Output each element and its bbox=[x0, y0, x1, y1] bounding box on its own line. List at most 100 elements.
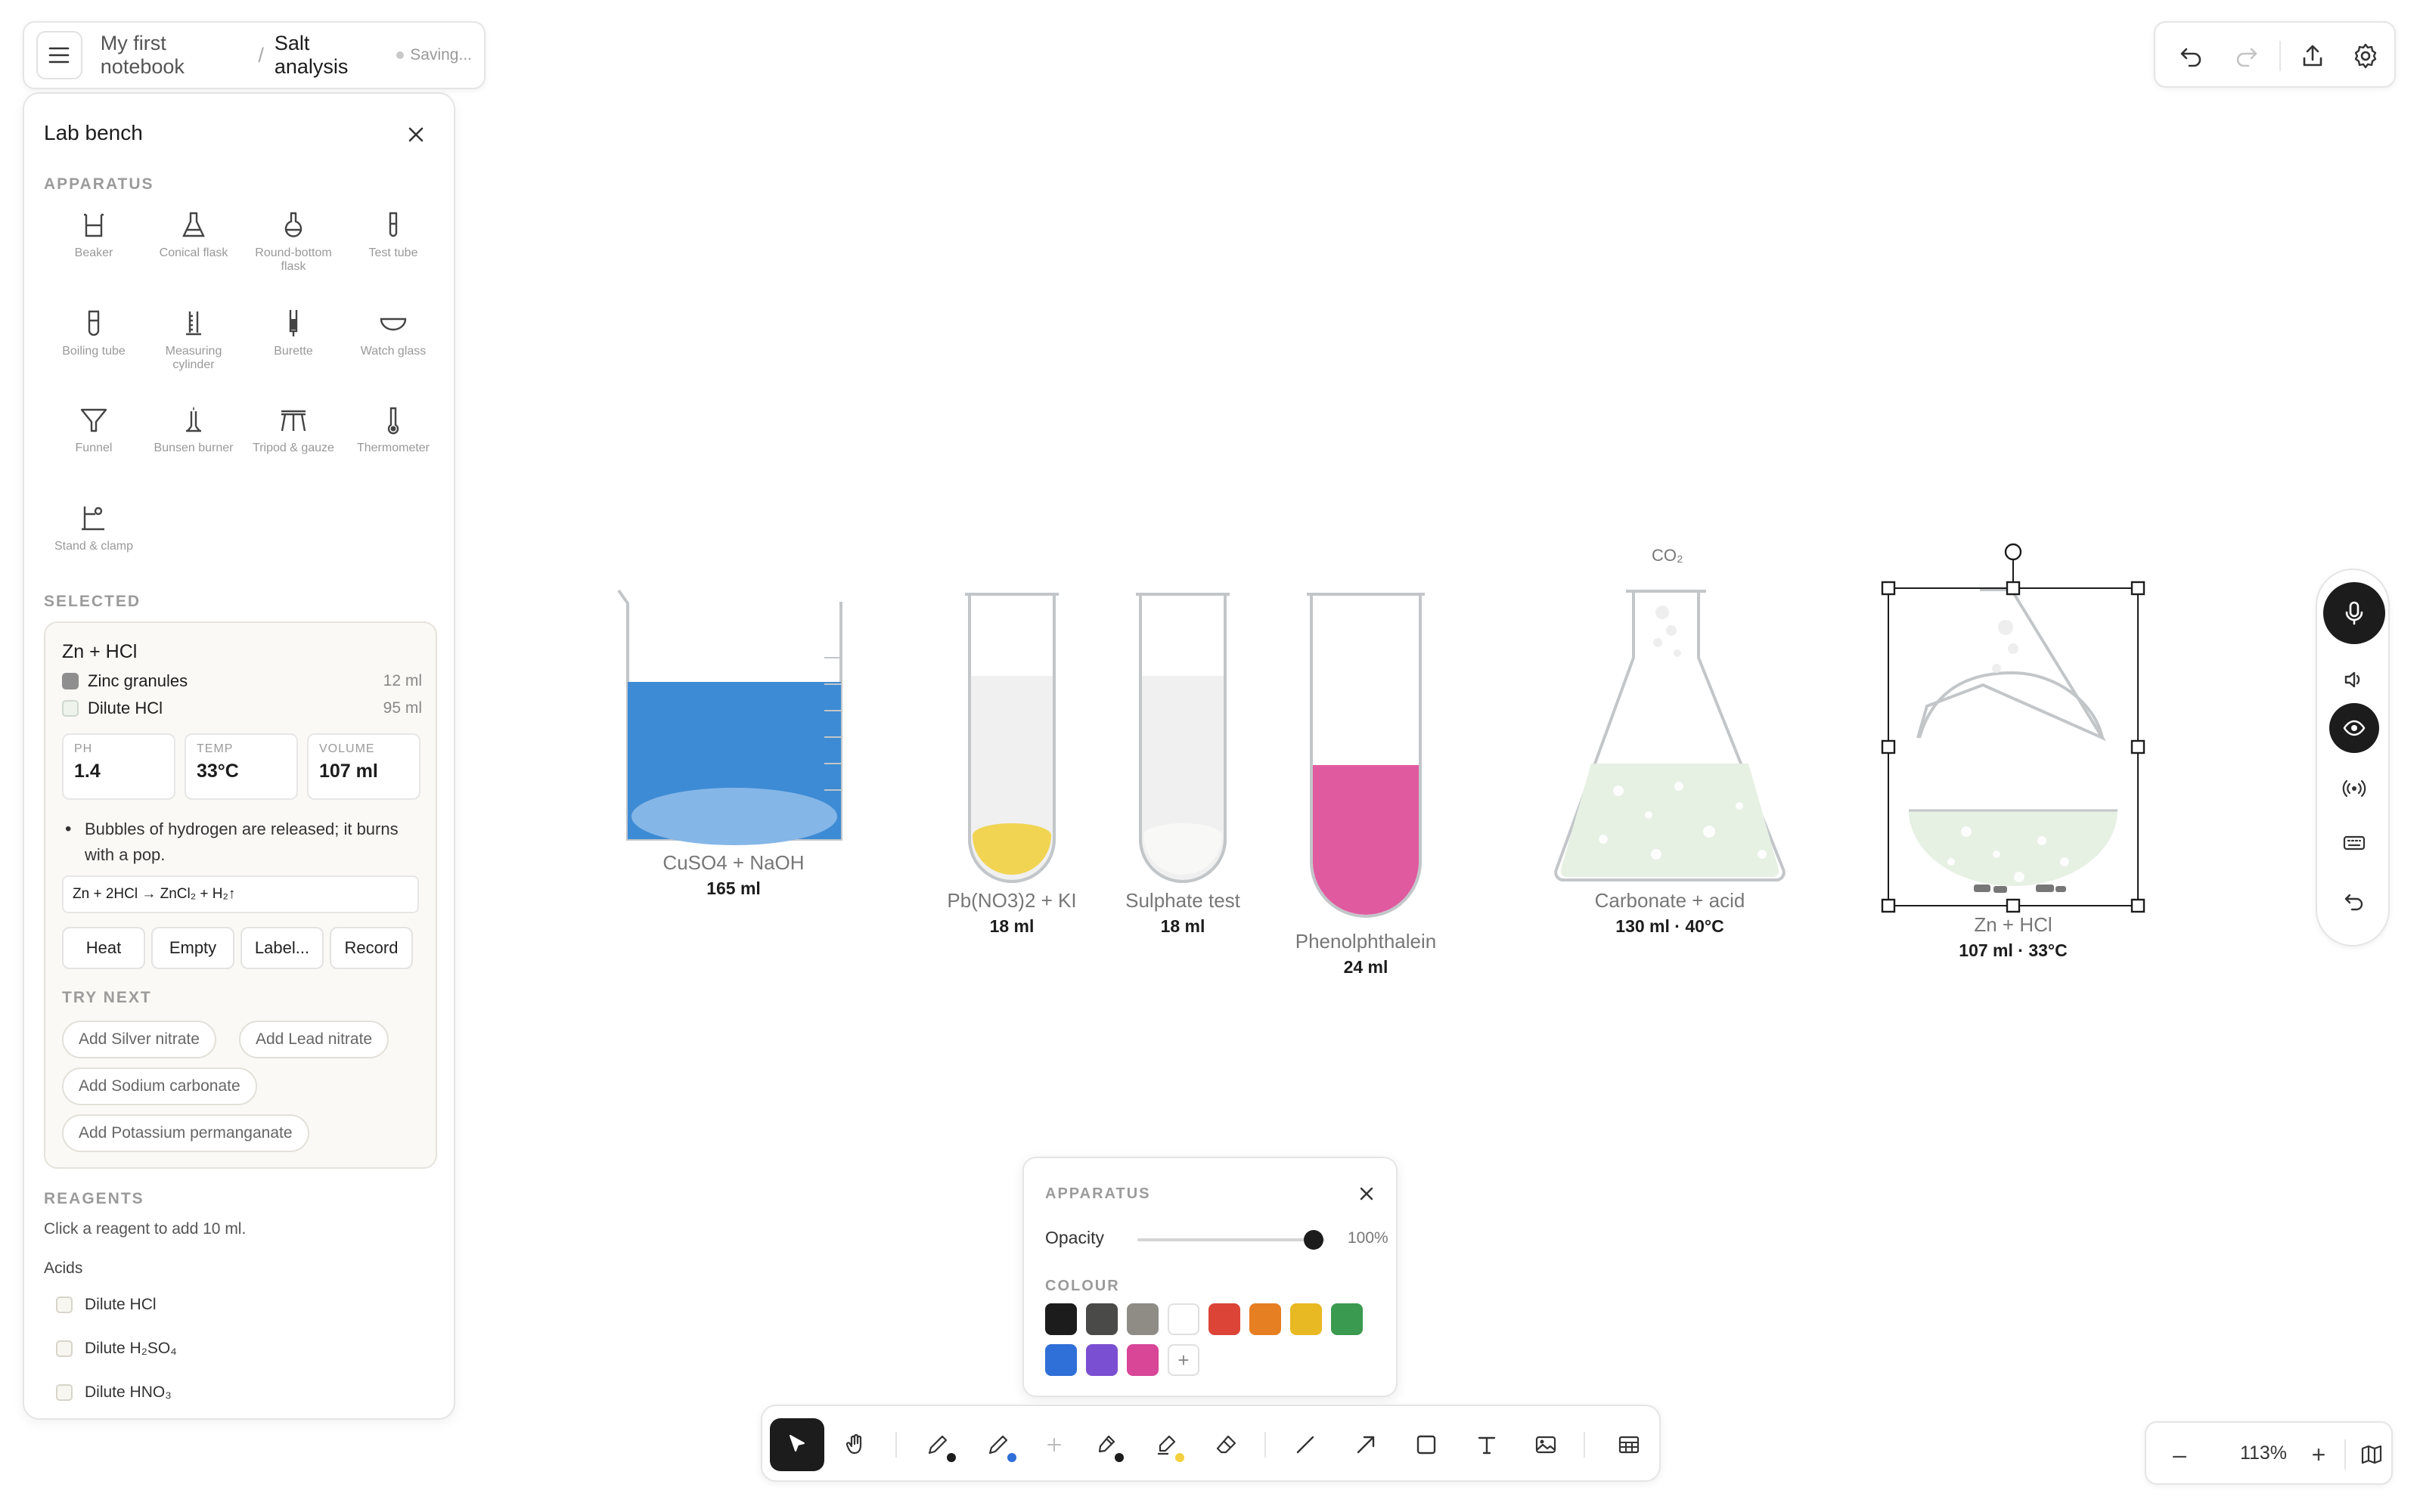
eye-button[interactable] bbox=[2329, 703, 2379, 753]
reset-button[interactable] bbox=[2325, 872, 2384, 931]
menu-button[interactable] bbox=[36, 31, 82, 79]
try-next-chip[interactable]: Add Sodium carbonate bbox=[62, 1067, 257, 1105]
keyboard-button[interactable] bbox=[2325, 813, 2384, 872]
apparatus-beaker[interactable]: Beaker bbox=[44, 210, 144, 260]
reagent-checkbox[interactable] bbox=[56, 1297, 73, 1313]
colour-swatch[interactable] bbox=[1208, 1303, 1240, 1335]
eraser-tool[interactable] bbox=[1199, 1418, 1254, 1471]
popup-close-button[interactable] bbox=[1357, 1184, 1376, 1207]
record-button[interactable]: Record bbox=[330, 927, 413, 969]
marker-tool[interactable] bbox=[1078, 1418, 1133, 1471]
heat-button[interactable]: Heat bbox=[62, 927, 145, 969]
highlighter-icon bbox=[1158, 1435, 1176, 1455]
line-tool[interactable] bbox=[1278, 1418, 1333, 1471]
label-button[interactable]: Label... bbox=[240, 927, 324, 969]
stat-value: 1.4 bbox=[74, 761, 101, 782]
rectangle-tool[interactable] bbox=[1399, 1418, 1454, 1471]
hand-tool[interactable] bbox=[829, 1418, 883, 1471]
apparatus-round-bottom-flask[interactable]: Round-bottom flask bbox=[244, 210, 343, 274]
apparatus-meta-phenolphthalein: 24 ml bbox=[1343, 957, 1388, 977]
apparatus-boiling-tube[interactable]: Boiling tube bbox=[44, 308, 144, 358]
breadcrumb-separator: / bbox=[258, 43, 264, 67]
close-panel-button[interactable] bbox=[404, 122, 428, 147]
zoom-in-button[interactable]: + bbox=[2301, 1436, 2337, 1473]
canvas-round-bottom-flask[interactable] bbox=[1909, 588, 2118, 893]
canvas-test-tube-sulphate[interactable] bbox=[1136, 593, 1230, 883]
table-tool[interactable] bbox=[1602, 1418, 1656, 1471]
apparatus-test-tube[interactable]: Test tube bbox=[343, 210, 443, 260]
measuring-cylinder-icon bbox=[186, 311, 201, 336]
pencil-tool[interactable] bbox=[911, 1418, 965, 1471]
zoom-out-button[interactable]: – bbox=[2161, 1436, 2198, 1473]
try-next-chip[interactable]: Add Potassium permanganate bbox=[62, 1114, 309, 1152]
minimap-button[interactable] bbox=[2353, 1436, 2390, 1473]
empty-button[interactable]: Empty bbox=[151, 927, 234, 969]
breadcrumb-notebook[interactable]: My first notebook bbox=[101, 32, 248, 79]
reagent-item[interactable]: Dilute H₂SO₄ bbox=[56, 1340, 177, 1358]
speaker-button[interactable] bbox=[2325, 650, 2384, 709]
ingredient-row: Zinc granules 12 ml bbox=[62, 671, 422, 691]
colour-swatch[interactable] bbox=[1045, 1344, 1077, 1376]
reagent-checkbox[interactable] bbox=[56, 1340, 73, 1357]
canvas-conical-flask[interactable] bbox=[1554, 590, 1786, 881]
opacity-slider-handle[interactable] bbox=[1304, 1230, 1323, 1250]
reagent-item[interactable]: Dilute HNO₃ bbox=[56, 1383, 172, 1402]
opacity-slider[interactable] bbox=[1137, 1230, 1325, 1250]
colour-swatch[interactable] bbox=[1045, 1303, 1077, 1335]
add-tool-button[interactable] bbox=[1027, 1418, 1081, 1471]
canvas-beaker[interactable] bbox=[617, 589, 842, 845]
reagent-item[interactable]: Dilute HCl bbox=[56, 1296, 157, 1314]
reagents-section-label: REAGENTS bbox=[44, 1190, 144, 1207]
broadcast-button[interactable] bbox=[2325, 759, 2384, 818]
equation-field[interactable]: Zn + 2HCl → ZnCl₂ + H₂↑ bbox=[62, 875, 419, 913]
undo-button[interactable] bbox=[2175, 39, 2208, 73]
try-next-chip[interactable]: Add Lead nitrate bbox=[239, 1021, 389, 1058]
toolbar-divider bbox=[1264, 1432, 1266, 1458]
highlighter-tool[interactable] bbox=[1139, 1418, 1193, 1471]
apparatus-bunsen-burner[interactable]: Bunsen burner bbox=[144, 405, 244, 455]
apparatus-conical-flask[interactable]: Conical flask bbox=[144, 210, 244, 260]
round-bottom-flask-icon bbox=[284, 212, 302, 237]
apparatus-funnel[interactable]: Funnel bbox=[44, 405, 144, 455]
rotate-handle bbox=[2004, 543, 2022, 561]
try-next-chip[interactable]: Add Silver nitrate bbox=[62, 1021, 216, 1058]
apparatus-thermometer[interactable]: Thermometer bbox=[343, 405, 443, 455]
apparatus-tripod[interactable]: Tripod & gauze bbox=[244, 405, 343, 455]
canvas-boiling-tube-phenolphthalein[interactable] bbox=[1307, 593, 1425, 918]
image-tool[interactable] bbox=[1519, 1418, 1573, 1471]
colour-swatch[interactable] bbox=[1127, 1303, 1159, 1335]
text-icon bbox=[1478, 1436, 1496, 1455]
settings-button[interactable] bbox=[2349, 39, 2382, 73]
apparatus-watch-glass[interactable]: Watch glass bbox=[343, 308, 443, 358]
pen-tool[interactable] bbox=[971, 1418, 1025, 1471]
breadcrumb-page[interactable]: Salt analysis bbox=[275, 32, 383, 79]
apparatus-label: Conical flask bbox=[159, 246, 228, 259]
status-dot bbox=[396, 51, 405, 59]
resize-handle bbox=[1881, 898, 1896, 913]
colour-swatch[interactable] bbox=[1086, 1344, 1118, 1376]
colour-swatch[interactable] bbox=[1168, 1303, 1199, 1335]
text-tool[interactable] bbox=[1460, 1418, 1514, 1471]
apparatus-stand-clamp[interactable]: Stand & clamp bbox=[44, 503, 144, 553]
apparatus-burette[interactable]: Burette bbox=[244, 308, 343, 358]
ingredient-swatch bbox=[62, 700, 79, 717]
resize-handle bbox=[1881, 739, 1896, 754]
reagent-checkbox[interactable] bbox=[56, 1384, 73, 1401]
apparatus-measuring-cylinder[interactable]: Measuring cylinder bbox=[144, 308, 244, 372]
colour-swatch[interactable] bbox=[1331, 1303, 1363, 1335]
arrow-tool[interactable] bbox=[1339, 1418, 1393, 1471]
canvas-test-tube-lead[interactable] bbox=[965, 593, 1059, 883]
microphone-button[interactable] bbox=[2323, 582, 2385, 644]
colour-swatch[interactable] bbox=[1290, 1303, 1322, 1335]
redo-button[interactable] bbox=[2229, 39, 2263, 73]
colour-swatch[interactable] bbox=[1127, 1344, 1159, 1376]
table-icon bbox=[1618, 1436, 1640, 1454]
bullet: • bbox=[65, 819, 72, 839]
apparatus-label-beaker: CuSO4 + NaOH bbox=[662, 851, 805, 874]
colour-swatch[interactable] bbox=[1249, 1303, 1281, 1335]
apparatus-label-carbonate: Carbonate + acid bbox=[1594, 889, 1745, 912]
export-button[interactable] bbox=[2296, 39, 2329, 73]
select-tool[interactable] bbox=[770, 1418, 824, 1471]
colour-swatch[interactable] bbox=[1086, 1303, 1118, 1335]
add-colour-button[interactable]: + bbox=[1168, 1344, 1199, 1376]
